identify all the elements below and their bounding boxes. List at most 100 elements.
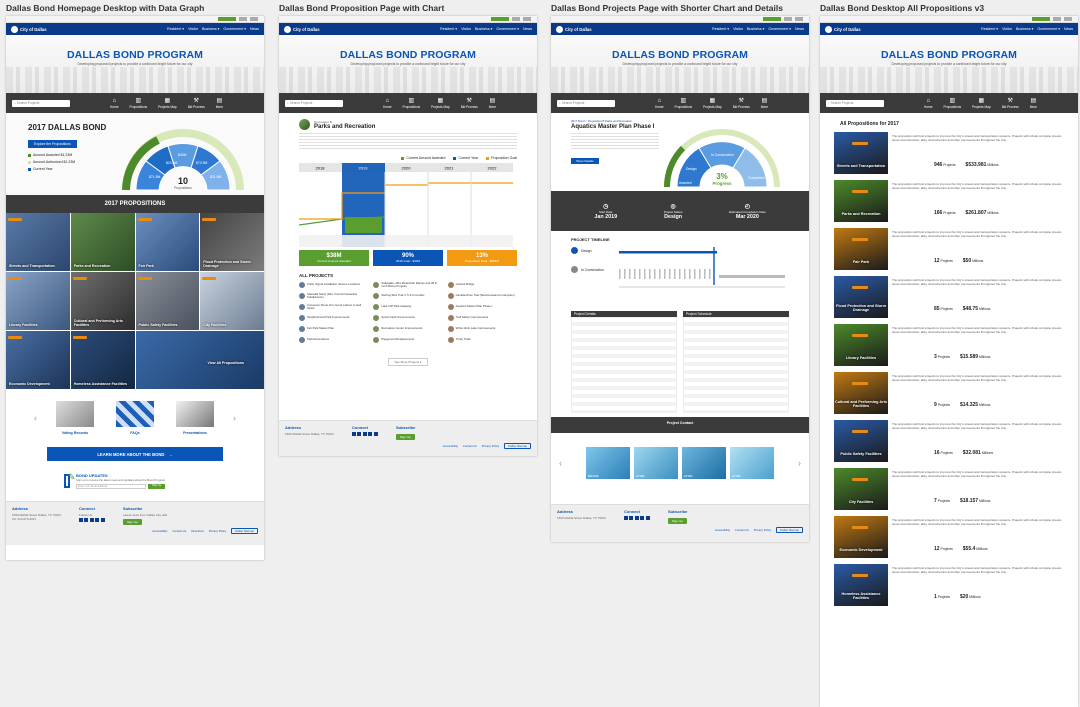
all-propositions-page: City of Dallas Resident ▾ Visitor Business… — [820, 16, 1078, 707]
project-list-item[interactable]: Connector Street from Good Latimer to Ha… — [299, 303, 368, 311]
explore-button[interactable]: Explore the Propositions — [28, 140, 77, 148]
card-faqs[interactable]: FAQs — [116, 401, 154, 435]
chevron-right-icon[interactable]: › — [233, 413, 236, 423]
home-icon: ⌂ — [112, 97, 117, 104]
tile-cultural[interactable]: Cultural and Performing Arts Facilities — [70, 272, 135, 330]
search-input[interactable]: ⌕ Search Projects — [285, 99, 343, 107]
projects-count: 12 — [934, 258, 940, 264]
project-list-item[interactable]: Playground Replacements — [373, 336, 442, 344]
tile-city-facilities[interactable]: City Facilities — [200, 272, 264, 330]
home-icon: ⌂ — [385, 97, 390, 104]
project-list-item[interactable]: Sterling Rice Trail 4, 5 & 6 Corridor — [373, 292, 442, 300]
project-list-item[interactable]: Trinity Trails — [447, 336, 517, 344]
footer-signup-button[interactable]: Sign Up — [122, 519, 142, 525]
tool-home[interactable]: ⌂ Home — [110, 98, 119, 109]
timeline-chart — [619, 247, 785, 288]
proposition-row[interactable]: Parks and Recreation The proposition will… — [820, 177, 1078, 225]
city-logo[interactable]: City of Dallas — [11, 25, 47, 33]
city-logo[interactable]: City of Dallas — [825, 25, 861, 33]
proposition-row[interactable]: City Facilities The proposition will fund… — [820, 465, 1078, 513]
search-icon: ⌕ — [559, 101, 561, 105]
nav-government[interactable]: Government ▾ — [223, 27, 246, 31]
project-list-item[interactable]: Trails, Signal Installation Various Loca… — [299, 281, 368, 289]
view-all-tile[interactable]: View All Propositions — [135, 331, 264, 389]
tile-homeless[interactable]: Homeless Assistance Facilities — [70, 331, 135, 389]
proposition-row[interactable]: Streets and Transportation The propositio… — [820, 129, 1078, 177]
projects-count: 1 — [934, 594, 937, 600]
breadcrumb[interactable]: 2017 Bond > Proposition B Parks and Recr… — [571, 119, 659, 123]
proposition-row[interactable]: Homeless Assistance Facilities The propos… — [820, 561, 1078, 609]
sitemap-button[interactable]: Dallas Sitemap — [231, 528, 258, 534]
project-list-item[interactable]: Cultural Bridge — [447, 281, 517, 289]
search-icon: ⌕ — [828, 101, 830, 105]
project-list-item[interactable]: Lake Cliff Park Gateway — [373, 303, 442, 311]
search-input[interactable]: ⌕ Search Projects — [826, 99, 884, 107]
project-list-item[interactable]: Aquatics Master Plan Phase I — [447, 303, 517, 311]
proposition-image: Streets and Transportation — [834, 132, 888, 174]
proposition-row[interactable]: Public Safety Facilities The proposition … — [820, 417, 1078, 465]
project-list-item[interactable]: Park Renovations — [299, 336, 368, 344]
proposition-row[interactable]: Fair Park The proposition will fund proje… — [820, 225, 1078, 273]
gallery-photo[interactable]: AFTER — [682, 447, 726, 479]
project-list-item[interactable]: Fair Park Master Plan — [299, 325, 368, 333]
tool-map[interactable]: ▦ Projects Map — [158, 98, 177, 109]
tile-fair-park[interactable]: Fair Park — [135, 213, 200, 271]
grid-icon: ▤ — [216, 97, 223, 104]
tile-flood[interactable]: Flood Protection and Storm Drainage — [200, 213, 264, 271]
design-bar — [619, 251, 717, 254]
proposition-tag — [852, 190, 868, 193]
awarded-bar — [345, 217, 382, 233]
city-logo[interactable]: City of Dallas — [556, 25, 592, 33]
show-details-button[interactable]: Show Details — [571, 158, 599, 164]
project-list-item[interactable]: Sports Field Improvements — [373, 314, 442, 322]
signup-button[interactable]: Sign Up — [148, 484, 166, 489]
proposition-tag — [852, 430, 868, 433]
gallery-photo[interactable]: AFTER — [730, 447, 774, 479]
nav-news[interactable]: News — [250, 27, 259, 31]
project-list-item[interactable]: Canada Drive Trail (Westmoreland to Hamp… — [447, 292, 517, 300]
project-list-item[interactable]: Trail Safety Improvements — [447, 314, 517, 322]
search-input[interactable]: ⌕ Search Projects — [12, 99, 70, 107]
project-list-item[interactable]: Neighborhood Park Improvements — [299, 314, 368, 322]
project-thumbnail — [373, 337, 380, 343]
social-icons[interactable] — [78, 518, 105, 522]
clock-icon: ◴ — [744, 203, 750, 210]
project-list-item[interactable]: White Rock Lake Improvements — [447, 325, 517, 333]
city-logo[interactable]: City of Dallas — [284, 25, 320, 33]
proposition-row[interactable]: Economic Development The proposition will… — [820, 513, 1078, 561]
project-list-item[interactable]: Recreation Center Improvements — [373, 325, 442, 333]
proposition-row[interactable]: Flood Protection and Storm Drainage The p… — [820, 273, 1078, 321]
proposition-row[interactable]: Library Facilities The proposition will f… — [820, 321, 1078, 369]
propositions-grid: Streets and Transportation Parks and Rec… — [6, 213, 264, 389]
nav-visitor[interactable]: Visitor — [188, 27, 198, 31]
email-input[interactable]: Enter Your Email Address — [76, 484, 146, 489]
tile-economic[interactable]: Economic Development — [6, 331, 70, 389]
search-input[interactable]: ⌕ Search Projects — [557, 99, 615, 107]
tile-parks[interactable]: Parks and Recreation — [70, 213, 135, 271]
chevron-left-icon[interactable]: ‹ — [559, 458, 562, 468]
artboard-title: Dallas Bond Homepage Desktop with Data G… — [6, 3, 205, 13]
project-list-item[interactable]: Sidewalk Study (Dist. Council Interactiv… — [299, 292, 368, 300]
chevron-left-icon[interactable]: ‹ — [34, 413, 37, 423]
tool-propositions[interactable]: ▥ Propositions — [130, 98, 148, 109]
gallery-photo[interactable]: AFTER — [634, 447, 678, 479]
project-list-item[interactable]: Sidewalks, ADA Pedestrian Ramps and 38 F… — [373, 281, 442, 289]
nav-resident[interactable]: Resident ▾ — [167, 27, 184, 31]
social-icons[interactable] — [623, 516, 650, 520]
tool-more[interactable]: ▤ More — [216, 98, 223, 109]
proposition-row[interactable]: Cultural and Performing Arts Facilities T… — [820, 369, 1078, 417]
card-voting-records[interactable]: Voting Records — [56, 401, 94, 435]
tile-public-safety[interactable]: Public Safety Facilities — [135, 272, 200, 330]
see-more-button[interactable]: See More Projects ▾ — [388, 358, 428, 366]
tile-library[interactable]: Library Facilities — [6, 272, 70, 330]
proposition-amount: $533.981 — [965, 162, 987, 168]
nav-business[interactable]: Business ▾ — [202, 27, 219, 31]
chevron-right-icon[interactable]: › — [798, 458, 801, 468]
proposition-name: Library Facilities — [845, 356, 877, 360]
learn-more-button[interactable]: LEARN MORE ABOUT THE BOND → — [47, 447, 223, 461]
gallery-photo[interactable]: BEFORE — [586, 447, 630, 479]
tile-streets[interactable]: Streets and Transportation — [6, 213, 70, 271]
tool-bid[interactable]: ⚒ Bid Process — [188, 98, 205, 109]
card-presentations[interactable]: Presentations — [176, 401, 214, 435]
social-icons[interactable] — [351, 432, 378, 436]
